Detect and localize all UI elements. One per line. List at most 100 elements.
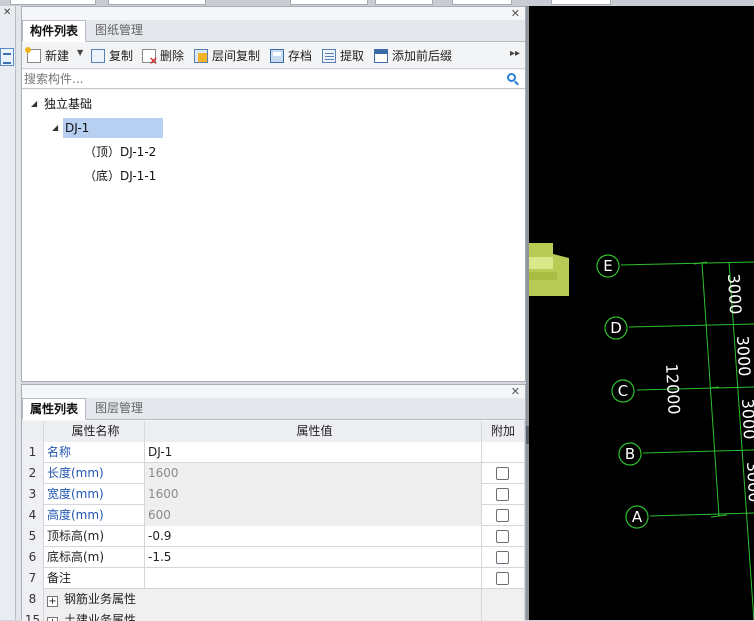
- row-name: 长度(mm): [44, 463, 145, 484]
- tree-node-dj-1[interactable]: DJ-1: [63, 118, 163, 138]
- toolbar-field[interactable]: [10, 0, 96, 5]
- row-name: 顶标高(m): [44, 526, 145, 547]
- drawing-canvas[interactable]: E D C B A 12000 3000 3000 3000 3000: [529, 6, 754, 620]
- table-row: 2 长度(mm) 1600: [22, 463, 525, 484]
- row-name: 底标高(m): [44, 547, 145, 568]
- collapse-triangle-icon[interactable]: ◢: [52, 123, 58, 132]
- save-button[interactable]: 存档: [270, 47, 312, 65]
- row-num: 15: [22, 610, 44, 621]
- new-button[interactable]: 新建: [25, 47, 70, 65]
- checkbox[interactable]: [496, 488, 509, 501]
- dock-close-icon[interactable]: ✕: [3, 7, 11, 18]
- checkbox[interactable]: [496, 530, 509, 543]
- checkbox[interactable]: [496, 467, 509, 480]
- copy-button[interactable]: 复制: [91, 47, 133, 65]
- dock-panel-icon[interactable]: [0, 48, 14, 66]
- toolbar-field[interactable]: [108, 0, 206, 5]
- axis-label-a: A: [632, 508, 643, 526]
- property-list-panel: ✕ 属性列表 图层管理 属性名称 属性值 附加 1 名称 DJ-1 2 长度(m…: [21, 384, 526, 621]
- expand-plus-icon[interactable]: +: [47, 617, 58, 621]
- row-value-input[interactable]: [145, 568, 482, 589]
- floor-copy-button[interactable]: 层间复制: [194, 47, 260, 65]
- new-button-label: 新建: [45, 49, 70, 63]
- table-row: 3 宽度(mm) 1600: [22, 484, 525, 505]
- more-icon[interactable]: ▸▸: [510, 48, 520, 59]
- property-table: 属性名称 属性值 附加 1 名称 DJ-1 2 长度(mm) 1600 3 宽度…: [22, 421, 525, 621]
- row-value: [145, 589, 482, 610]
- toolbar-field[interactable]: [452, 0, 512, 5]
- row-add-cell: [482, 463, 525, 484]
- component-tree: ◢ 独立基础 ◢ DJ-1 （顶）DJ-1-2 （底）DJ-1-1: [22, 90, 525, 381]
- table-row-group[interactable]: 15 +土建业务属性: [22, 610, 525, 621]
- row-num: 8: [22, 589, 44, 610]
- row-add-cell: [482, 442, 525, 463]
- add-prefix-suffix-button[interactable]: 添加前后缀: [374, 47, 452, 65]
- checkbox[interactable]: [496, 572, 509, 585]
- table-row: 5 顶标高(m) -0.9: [22, 526, 525, 547]
- close-icon[interactable]: ✕: [511, 385, 520, 398]
- expand-plus-icon[interactable]: +: [47, 596, 58, 607]
- row-add-cell: [482, 589, 525, 610]
- search-input[interactable]: [24, 71, 494, 87]
- row-value-input[interactable]: 1600: [145, 484, 482, 505]
- tab-component-list[interactable]: 构件列表: [22, 20, 87, 42]
- row-add-cell: [482, 568, 525, 589]
- row-num: 4: [22, 505, 44, 526]
- row-name: 备注: [44, 568, 145, 589]
- add-prefix-suffix-label: 添加前后缀: [392, 49, 453, 63]
- left-dock: ✕: [0, 6, 16, 620]
- fetch-button-label: 提取: [340, 49, 365, 63]
- axis-label-d: D: [610, 319, 622, 337]
- tab-property-list[interactable]: 属性列表: [22, 398, 87, 420]
- row-num: 3: [22, 484, 44, 505]
- component-list-panel: ✕ 构件列表 图纸管理 新建 ▼ 复制 删除 层间复制 存档 提取: [21, 6, 526, 382]
- dimension-span-2: 3000: [733, 335, 754, 377]
- dimension-span-1: 3000: [724, 273, 745, 315]
- dimension-span-3: 3000: [738, 398, 754, 440]
- toolbar-field[interactable]: [375, 0, 433, 5]
- table-row: 1 名称 DJ-1: [22, 442, 525, 463]
- dimension-span-4: 3000: [743, 461, 754, 503]
- fetch-button[interactable]: 提取: [322, 47, 364, 65]
- row-value-input[interactable]: 600: [145, 505, 482, 526]
- checkbox[interactable]: [496, 551, 509, 564]
- row-num: 2: [22, 463, 44, 484]
- tree-node-top[interactable]: （顶）DJ-1-2: [84, 142, 156, 162]
- axis-label-c: C: [618, 382, 628, 400]
- component-search-bar: [22, 70, 525, 89]
- drawing-svg: E D C B A 12000 3000 3000 3000 3000: [529, 243, 754, 620]
- row-num: 5: [22, 526, 44, 547]
- tree-node-bottom[interactable]: （底）DJ-1-1: [84, 166, 156, 186]
- toolbar-field[interactable]: [551, 0, 611, 5]
- header-add: 附加: [482, 421, 525, 442]
- row-value-input[interactable]: DJ-1: [145, 442, 482, 463]
- close-icon[interactable]: ✕: [511, 7, 520, 20]
- component-toolbar: 新建 ▼ 复制 删除 层间复制 存档 提取 添加前后缀 ▸▸: [22, 43, 525, 69]
- footing-block[interactable]: [529, 243, 569, 296]
- row-value-input[interactable]: 1600: [145, 463, 482, 484]
- row-add-cell: [482, 547, 525, 568]
- fetch-icon: [322, 49, 336, 63]
- delete-button[interactable]: 删除: [142, 47, 184, 66]
- component-panel-tabs: 构件列表 图纸管理: [22, 20, 525, 42]
- tab-layer-management[interactable]: 图层管理: [88, 398, 150, 420]
- tree-node-root[interactable]: 独立基础: [44, 94, 92, 114]
- row-num: 6: [22, 547, 44, 568]
- delete-icon: [142, 49, 158, 66]
- floor-copy-icon: [194, 49, 208, 63]
- checkbox[interactable]: [496, 509, 509, 522]
- axis-line-c: [636, 386, 754, 391]
- collapse-triangle-icon[interactable]: ◢: [31, 99, 37, 108]
- row-add-cell: [482, 505, 525, 526]
- row-value-input[interactable]: -1.5: [145, 547, 482, 568]
- row-name: 宽度(mm): [44, 484, 145, 505]
- chevron-down-icon[interactable]: ▼: [77, 48, 83, 57]
- table-row-group[interactable]: 8 + 钢筋业务属性: [22, 589, 525, 610]
- group-label: 钢筋业务属性: [64, 592, 137, 606]
- toolbar-field[interactable]: [290, 0, 368, 5]
- search-icon[interactable]: [507, 73, 516, 82]
- row-value-input[interactable]: -0.9: [145, 526, 482, 547]
- tab-drawing-management[interactable]: 图纸管理: [88, 20, 150, 42]
- dimension-line-spans: [728, 261, 754, 620]
- floor-copy-button-label: 层间复制: [212, 49, 261, 63]
